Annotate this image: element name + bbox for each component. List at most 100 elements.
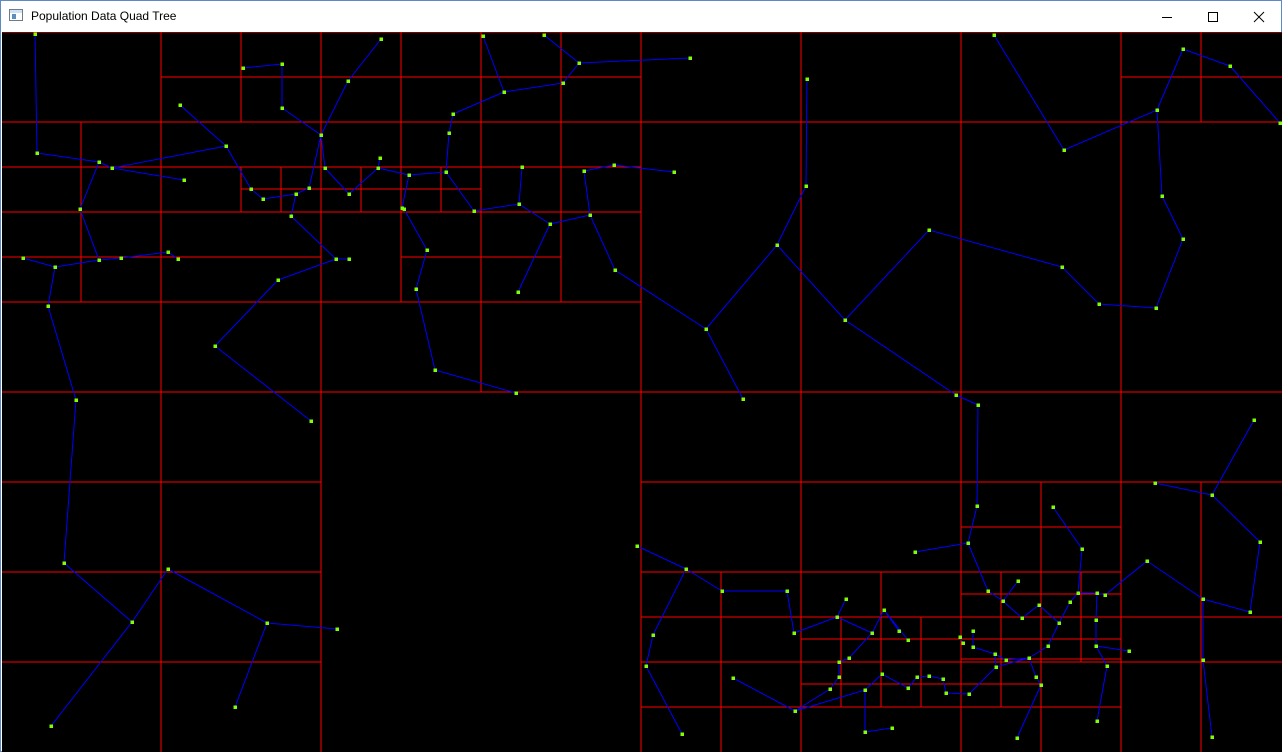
connection-line: [131, 568, 169, 623]
connection-line: [1161, 195, 1184, 240]
population-point: [1080, 547, 1084, 551]
population-point: [276, 278, 280, 282]
population-point: [993, 652, 997, 656]
population-point: [651, 633, 655, 637]
connection-line: [652, 568, 687, 636]
connection-line: [290, 215, 337, 260]
population-point: [376, 166, 380, 170]
population-point: [897, 629, 901, 633]
population-point: [335, 627, 339, 631]
connection-line: [614, 269, 707, 330]
population-point: [166, 250, 170, 254]
population-point: [1037, 603, 1041, 607]
population-point: [472, 209, 476, 213]
population-point: [1004, 658, 1008, 662]
population-point: [1001, 599, 1005, 603]
population-point: [844, 597, 848, 601]
population-point: [915, 675, 919, 679]
quad-tree-canvas[interactable]: [2, 32, 1282, 752]
connection-line: [993, 34, 1065, 151]
population-point: [1046, 644, 1050, 648]
connection-line: [794, 689, 866, 712]
connection-line: [1096, 665, 1108, 722]
population-point: [880, 672, 884, 676]
minimize-button[interactable]: [1144, 1, 1190, 32]
connection-line: [583, 170, 591, 216]
population-point: [870, 631, 874, 635]
connection-line: [518, 203, 551, 225]
population-point: [672, 170, 676, 174]
population-point: [402, 207, 406, 211]
app-window: Population Data Quad Tree: [0, 0, 1282, 752]
population-point: [906, 686, 910, 690]
population-point: [1034, 675, 1038, 679]
connection-line: [732, 677, 796, 712]
population-point: [785, 589, 789, 593]
population-point: [588, 213, 592, 217]
population-point: [62, 561, 66, 565]
population-point: [447, 131, 451, 135]
population-point: [520, 165, 524, 169]
population-point: [927, 674, 931, 678]
population-points: [21, 32, 1282, 740]
connection-line: [54, 259, 100, 268]
connection-line: [1021, 604, 1040, 619]
population-point: [241, 66, 245, 70]
application-window-icon[interactable]: [9, 9, 23, 21]
connection-line: [214, 279, 279, 347]
connection-line: [578, 57, 691, 64]
connection-line: [836, 598, 847, 618]
population-point: [793, 709, 797, 713]
population-point: [294, 192, 298, 196]
connection-line: [517, 223, 551, 293]
connection-line: [1104, 560, 1148, 596]
connection-line: [1156, 109, 1163, 197]
connection-line: [214, 345, 312, 422]
population-point: [837, 660, 841, 664]
population-point: [265, 621, 269, 625]
connection-line: [415, 249, 428, 290]
population-point: [1062, 148, 1066, 152]
connection-line: [1095, 645, 1108, 667]
population-point: [635, 544, 639, 548]
population-point: [1016, 579, 1020, 583]
connection-line: [871, 609, 885, 634]
population-point: [1060, 265, 1064, 269]
population-point: [775, 243, 779, 247]
connection-line: [1028, 645, 1049, 659]
population-point: [961, 641, 965, 645]
connection-line: [955, 394, 979, 406]
population-point: [967, 692, 971, 696]
connection-line: [445, 171, 475, 212]
population-point: [1057, 621, 1061, 625]
population-point: [644, 664, 648, 668]
population-point: [688, 56, 692, 60]
connection-line: [1156, 48, 1184, 111]
population-point: [1095, 719, 1099, 723]
population-point: [835, 615, 839, 619]
population-point: [720, 589, 724, 593]
close-button[interactable]: [1236, 1, 1282, 32]
connection-line: [290, 193, 297, 217]
connection-line: [1063, 109, 1158, 151]
connection-line: [1058, 601, 1071, 624]
connection-line: [549, 214, 591, 225]
connection-line: [705, 244, 778, 330]
connection-line: [320, 80, 349, 136]
title-bar[interactable]: Population Data Quad Tree: [1, 1, 1281, 32]
population-point: [612, 163, 616, 167]
connection-line: [636, 545, 687, 570]
population-point: [1258, 540, 1262, 544]
connection-line: [234, 622, 268, 708]
connection-line: [1095, 592, 1098, 621]
population-point: [289, 214, 293, 218]
maximize-button[interactable]: [1190, 1, 1236, 32]
connection-line: [864, 673, 883, 691]
population-point: [130, 620, 134, 624]
population-point: [1097, 302, 1101, 306]
population-point: [119, 256, 123, 260]
connection-line: [36, 152, 100, 163]
population-point: [1153, 481, 1157, 485]
population-point: [280, 62, 284, 66]
population-point: [425, 248, 429, 252]
